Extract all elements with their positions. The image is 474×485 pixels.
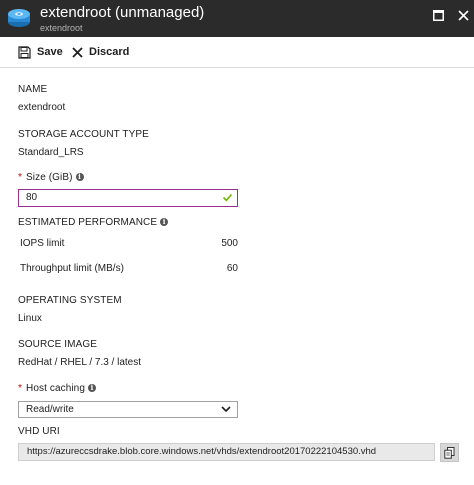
host-caching-label-row: * Host caching i <box>18 383 97 394</box>
source-image-label: SOURCE IMAGE <box>18 339 97 350</box>
throughput-value: 60 <box>226 263 238 274</box>
performance-label-row: ESTIMATED PERFORMANCE i <box>18 217 169 228</box>
info-icon[interactable]: i <box>88 384 97 393</box>
copy-button[interactable] <box>440 443 459 462</box>
save-button[interactable]: Save <box>18 44 63 60</box>
disk-icon <box>8 9 30 27</box>
required-marker: * <box>18 383 22 394</box>
host-caching-label: Host caching <box>26 383 86 394</box>
save-icon <box>18 45 31 59</box>
source-image-value: RedHat / RHEL / 7.3 / latest <box>18 357 142 368</box>
iops-value: 500 <box>221 238 238 249</box>
title-bar: extendroot (unmanaged) extendroot <box>0 0 474 37</box>
close-icon <box>457 9 469 21</box>
info-icon[interactable]: i <box>75 173 84 182</box>
copy-icon <box>444 446 455 459</box>
command-bar: Save Discard <box>0 37 474 68</box>
throughput-label: Throughput limit (MB/s) <box>20 263 124 274</box>
iops-row: IOPS limit 500 <box>20 238 238 249</box>
name-value: extendroot <box>18 102 66 113</box>
storage-type-value: Standard_LRS <box>18 147 84 158</box>
storage-type-label: STORAGE ACCOUNT TYPE <box>18 129 149 140</box>
info-icon[interactable]: i <box>160 218 169 227</box>
iops-label: IOPS limit <box>20 238 65 249</box>
size-input-value: 80 <box>26 192 38 203</box>
discard-label: Discard <box>89 46 130 58</box>
host-caching-value: Read/write <box>26 404 74 415</box>
required-marker: * <box>18 172 22 183</box>
name-label: NAME <box>18 84 48 95</box>
size-label: Size (GiB) <box>26 172 73 183</box>
vhd-uri-label: VHD URI <box>18 426 60 437</box>
close-button[interactable] <box>453 6 473 24</box>
save-label: Save <box>37 46 63 58</box>
maximize-button[interactable] <box>428 6 448 24</box>
chevron-down-icon <box>221 406 231 413</box>
throughput-row: Throughput limit (MB/s) 60 <box>20 263 238 274</box>
size-label-row: * Size (GiB) i <box>18 172 84 183</box>
os-label: OPERATING SYSTEM <box>18 295 122 306</box>
os-value: Linux <box>18 313 42 324</box>
vhd-uri-field[interactable]: https://azureccsdrake.blob.core.windows.… <box>18 443 435 461</box>
window-subtitle: extendroot <box>40 23 83 33</box>
discard-icon <box>72 46 83 58</box>
valid-check-icon <box>222 193 233 202</box>
window-title: extendroot (unmanaged) <box>40 4 205 21</box>
maximize-icon <box>432 9 444 21</box>
discard-button[interactable]: Discard <box>72 44 129 60</box>
size-input[interactable]: 80 <box>18 189 238 207</box>
performance-label: ESTIMATED PERFORMANCE <box>18 217 158 228</box>
host-caching-select[interactable]: Read/write <box>18 401 238 418</box>
